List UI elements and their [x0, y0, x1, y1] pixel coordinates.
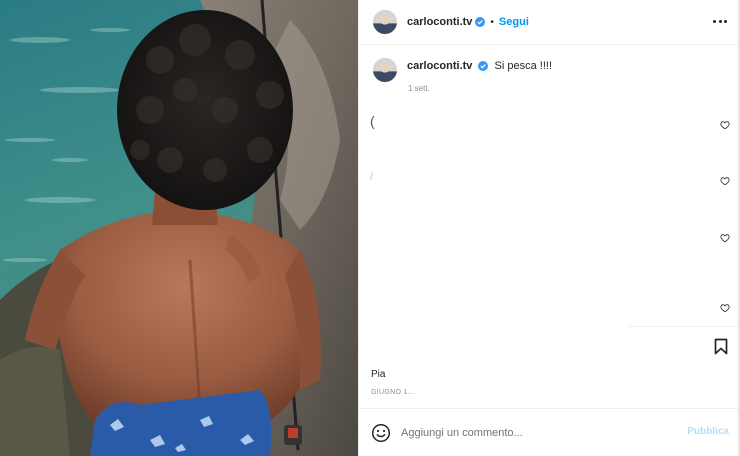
heart-icon[interactable]	[720, 176, 730, 186]
heart-icon[interactable]	[720, 120, 730, 130]
loading-comment-fragment: (	[370, 113, 375, 129]
caption-username[interactable]: carloconti.tv	[407, 60, 472, 72]
emoji-icon[interactable]	[371, 423, 391, 443]
caption-time: 1 sett.	[408, 84, 430, 93]
heart-icon[interactable]	[720, 303, 730, 313]
loading-comment-fragment: /	[370, 172, 373, 183]
verified-badge-icon	[478, 61, 489, 72]
separator-dot: •	[490, 16, 494, 28]
divider	[629, 326, 740, 327]
instagram-post-modal: carloconti.tv • Segui carloconti.tv Si p…	[0, 0, 740, 456]
post-header: carloconti.tv • Segui	[359, 0, 740, 45]
caption-row: carloconti.tv Si pesca !!!!	[373, 58, 552, 82]
bookmark-icon[interactable]	[714, 338, 728, 355]
post-photo[interactable]	[0, 0, 358, 456]
likes-text[interactable]: Pia	[371, 369, 385, 380]
comment-input[interactable]	[401, 426, 651, 439]
caption: carloconti.tv Si pesca !!!!	[407, 59, 552, 73]
comment-bar: Pubblica	[359, 408, 740, 456]
photo-illustration	[0, 0, 358, 456]
caption-text: Si pesca !!!!	[494, 60, 553, 72]
caption-avatar[interactable]	[373, 58, 397, 82]
header-username[interactable]: carloconti.tv	[407, 16, 472, 28]
post-panel: carloconti.tv • Segui carloconti.tv Si p…	[358, 0, 740, 456]
follow-button[interactable]: Segui	[499, 16, 529, 28]
post-date: GIUGNO 1...	[371, 389, 415, 396]
more-horizontal-icon[interactable]	[713, 14, 727, 28]
publish-button[interactable]: Pubblica	[687, 426, 729, 437]
avatar[interactable]	[373, 10, 397, 34]
heart-icon[interactable]	[720, 233, 730, 243]
verified-badge-icon	[475, 17, 486, 27]
